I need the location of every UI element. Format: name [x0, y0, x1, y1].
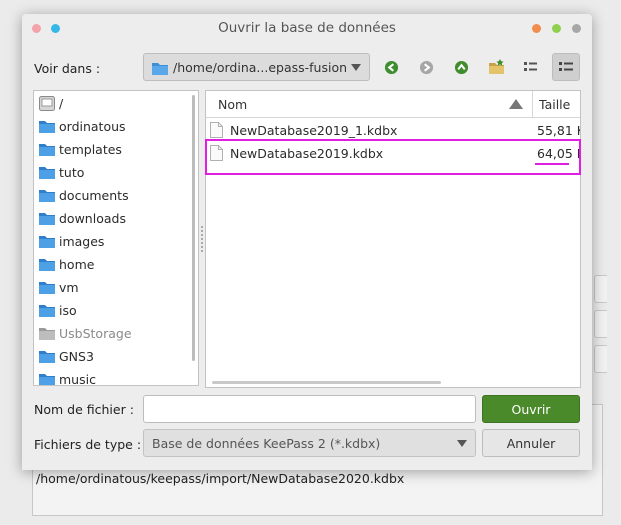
- forward-button[interactable]: [413, 54, 439, 80]
- list-view-icon: [524, 62, 537, 71]
- folder-icon: [39, 349, 55, 366]
- sidebar-item-downloads[interactable]: downloads: [34, 208, 184, 231]
- column-divider[interactable]: [532, 91, 533, 117]
- look-in-label: Voir dans :: [34, 61, 101, 76]
- path-combo-value: /home/ordina...epass-fusion: [173, 60, 348, 75]
- sidebar-item-gns3[interactable]: GNS3: [34, 346, 184, 369]
- new-folder-button[interactable]: [483, 54, 509, 80]
- sidebar-scrollbar[interactable]: [192, 95, 195, 361]
- file-row[interactable]: NewDatabase2019.kdbx 64,05 K: [206, 142, 581, 165]
- background-button: [594, 345, 607, 373]
- forward-arrow-icon: [419, 60, 433, 74]
- path-combo[interactable]: /home/ordina...epass-fusion: [143, 53, 370, 81]
- up-arrow-icon: [454, 60, 468, 74]
- titlebar: Ouvrir la base de données: [22, 14, 592, 44]
- maximize-dot-icon[interactable]: [572, 24, 581, 33]
- sidebar-item-templates[interactable]: templates: [34, 139, 184, 162]
- folder-icon: [39, 303, 55, 320]
- new-folder-icon: [488, 59, 504, 74]
- folder-icon: [39, 280, 55, 297]
- sidebar-item-images[interactable]: images: [34, 231, 184, 254]
- folder-icon: [39, 188, 55, 205]
- file-name: NewDatabase2019_1.kdbx: [230, 123, 398, 138]
- filetype-label: Fichiers de type :: [34, 437, 142, 452]
- cancel-button[interactable]: Annuler: [482, 429, 580, 457]
- sidebar-item-root[interactable]: /: [34, 93, 184, 116]
- column-header-size[interactable]: Taille: [539, 97, 570, 112]
- folder-icon: [39, 119, 55, 136]
- filetype-value: Base de données KeePass 2 (*.kdbx): [152, 436, 381, 451]
- dialog-title: Ouvrir la base de données: [218, 20, 396, 36]
- size-underline-annotation: [535, 163, 569, 165]
- list-view-button[interactable]: [518, 54, 544, 80]
- file-list-header: Nom Taille: [206, 91, 580, 118]
- chevron-down-icon: [457, 440, 467, 447]
- background-path-text: /home/ordinatous/keepass/import/NewDatab…: [36, 471, 405, 486]
- sidebar-item-iso[interactable]: iso: [34, 300, 184, 323]
- file-list: Nom Taille NewDatabase2019_1.kdbx 55,81 …: [205, 90, 581, 388]
- close-dot-icon[interactable]: [532, 24, 541, 33]
- filetype-select[interactable]: Base de données KeePass 2 (*.kdbx): [143, 429, 476, 457]
- open-database-dialog: Ouvrir la base de données Voir dans : /h…: [22, 14, 592, 470]
- folder-icon: [39, 142, 55, 159]
- file-list-horizontal-scrollbar[interactable]: [212, 381, 441, 384]
- detail-view-button[interactable]: [552, 53, 580, 81]
- sidebar-item-documents[interactable]: documents: [34, 185, 184, 208]
- sidebar-item-ordinatous[interactable]: ordinatous: [34, 116, 184, 139]
- file-icon: [210, 145, 223, 164]
- back-arrow-icon: [384, 60, 398, 74]
- folder-icon: [39, 372, 55, 385]
- splitter-handle[interactable]: [201, 226, 203, 252]
- filename-input[interactable]: [143, 395, 476, 423]
- open-button[interactable]: Ouvrir: [482, 395, 580, 423]
- chevron-down-icon: [351, 64, 361, 71]
- folder-icon: [39, 257, 55, 274]
- sidebar-item-home[interactable]: home: [34, 254, 184, 277]
- folder-icon: [39, 326, 55, 343]
- background-button: [594, 275, 607, 303]
- file-row[interactable]: NewDatabase2019_1.kdbx 55,81 K: [206, 119, 581, 142]
- detail-view-icon: [559, 62, 573, 71]
- sidebar-item-vm[interactable]: vm: [34, 277, 184, 300]
- minimize-dot-icon[interactable]: [552, 24, 561, 33]
- file-size: 64,05 K: [537, 146, 581, 161]
- folder-icon: [39, 165, 55, 182]
- column-header-name[interactable]: Nom: [218, 97, 247, 112]
- file-icon: [210, 122, 223, 141]
- filename-label: Nom de fichier :: [34, 402, 134, 417]
- folder-icon: [39, 211, 55, 228]
- drive-icon: [39, 96, 55, 114]
- file-name: NewDatabase2019.kdbx: [230, 146, 384, 161]
- sidebar-item-usbstorage[interactable]: UsbStorage: [34, 323, 184, 346]
- sort-ascending-icon: [509, 99, 523, 109]
- places-sidebar: / ordinatous templates tuto documents do…: [33, 90, 199, 386]
- file-size: 55,81 K: [537, 123, 581, 138]
- background-button: [594, 310, 607, 338]
- sidebar-item-music[interactable]: music: [34, 369, 184, 385]
- sidebar-item-tuto[interactable]: tuto: [34, 162, 184, 185]
- folder-icon: [152, 61, 168, 78]
- back-button[interactable]: [378, 54, 404, 80]
- up-button[interactable]: [448, 54, 474, 80]
- folder-icon: [39, 234, 55, 251]
